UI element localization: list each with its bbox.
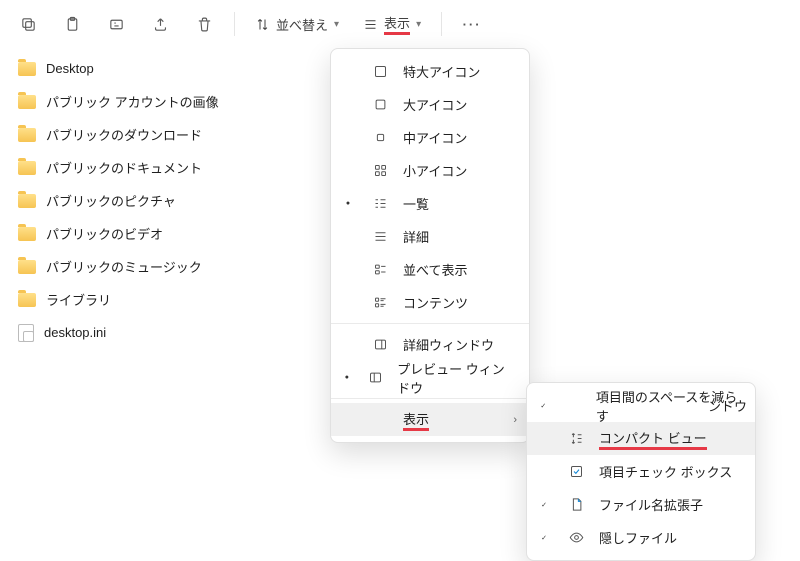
menu-label: 隠しファイル — [599, 528, 677, 547]
menu-item-hidden-files[interactable]: ✓ 隠しファイル — [527, 521, 755, 554]
chevron-down-icon: ▾ — [334, 19, 339, 30]
details-icon — [367, 229, 393, 244]
folder-icon — [18, 62, 36, 76]
menu-label: 特大アイコン — [403, 62, 480, 81]
small-icon — [367, 163, 393, 178]
partial-text: ンドウ — [708, 396, 747, 415]
menu-label: 詳細 — [403, 227, 429, 246]
menu-item-list[interactable]: ● 一覧 — [331, 187, 529, 220]
chevron-down-icon: ▾ — [416, 19, 421, 30]
menu-label: ファイル名拡張子 — [599, 495, 703, 514]
menu-separator — [331, 323, 529, 324]
selected-dot-icon: ● — [339, 374, 355, 381]
rename-button[interactable] — [96, 4, 136, 44]
file-name: パブリックのダウンロード — [46, 125, 202, 144]
preview-pane-icon — [365, 370, 388, 385]
menu-label: 表示 — [403, 409, 429, 431]
menu-label: 詳細ウィンドウ — [403, 335, 494, 354]
sort-button[interactable]: 並べ替え ▾ — [245, 4, 349, 44]
check-icon: ✓ — [535, 501, 553, 509]
menu-item-extra-large-icons[interactable]: 特大アイコン — [331, 55, 529, 88]
menu-label: 並べて表示 — [403, 260, 467, 279]
extra-large-icon — [367, 64, 393, 79]
menu-item-tiles[interactable]: 並べて表示 — [331, 253, 529, 286]
file-name: desktop.ini — [44, 325, 106, 340]
list-icon — [367, 196, 393, 211]
ini-file-icon — [18, 324, 34, 342]
file-name: パブリックのピクチャ — [46, 191, 176, 210]
menu-label: 大アイコン — [403, 95, 467, 114]
file-name: Desktop — [46, 61, 94, 76]
share-button[interactable] — [140, 4, 180, 44]
details-pane-icon — [367, 337, 393, 352]
menu-item-show[interactable]: 表示 › — [331, 403, 529, 436]
menu-item-preview-pane[interactable]: ● プレビュー ウィンドウ — [331, 361, 529, 394]
menu-item-content[interactable]: コンテンツ — [331, 286, 529, 319]
content-icon — [367, 295, 393, 310]
view-menu: 特大アイコン 大アイコン 中アイコン 小アイコン ● 一覧 詳細 並べて表示 コン… — [330, 48, 530, 443]
paste-button[interactable] — [52, 4, 92, 44]
file-name: パブリックのドキュメント — [46, 158, 202, 177]
chevron-right-icon: › — [513, 414, 517, 426]
file-name: ライブラリ — [46, 290, 111, 309]
folder-icon — [18, 161, 36, 175]
menu-item-compact-view[interactable]: コンパクト ビュー — [527, 422, 755, 455]
file-name: パブリックのビデオ — [46, 224, 163, 243]
folder-icon — [18, 227, 36, 241]
show-submenu: ✓項目間のスペースを減らすンドウ コンパクト ビュー 項目チェック ボックス ✓… — [526, 382, 756, 561]
file-name: パブリック アカウントの画像 — [46, 92, 219, 111]
eye-icon — [563, 530, 589, 545]
folder-icon — [18, 95, 36, 109]
menu-item-medium-icons[interactable]: 中アイコン — [331, 121, 529, 154]
toolbar-separator — [441, 12, 442, 36]
menu-label: 一覧 — [403, 194, 429, 213]
menu-item-checkboxes[interactable]: 項目チェック ボックス — [527, 455, 755, 488]
toolbar-separator — [234, 12, 235, 36]
menu-item-details-pane[interactable]: 詳細ウィンドウ — [331, 328, 529, 361]
menu-separator — [331, 398, 529, 399]
menu-item-extensions[interactable]: ✓ ファイル名拡張子 — [527, 488, 755, 521]
folder-icon — [18, 194, 36, 208]
view-button[interactable]: 表示 ▾ — [353, 4, 431, 44]
check-icon: ✓ — [535, 534, 553, 542]
medium-icon — [367, 130, 393, 145]
checkbox-icon — [563, 464, 589, 479]
menu-item-details[interactable]: 詳細 — [331, 220, 529, 253]
large-icon — [367, 97, 393, 112]
file-icon — [563, 497, 589, 512]
menu-label: コンパクト ビュー — [599, 428, 707, 450]
menu-label: 項目チェック ボックス — [599, 462, 732, 481]
folder-icon — [18, 293, 36, 307]
folder-icon — [18, 260, 36, 274]
folder-icon — [18, 128, 36, 142]
menu-label: コンテンツ — [403, 293, 468, 312]
menu-label: プレビュー ウィンドウ — [397, 359, 513, 397]
check-icon: ✓ — [535, 402, 552, 410]
copy-button[interactable] — [8, 4, 48, 44]
menu-item-large-icons[interactable]: 大アイコン — [331, 88, 529, 121]
file-name: パブリックのミュージック — [46, 257, 202, 276]
menu-label: 中アイコン — [403, 128, 467, 147]
tiles-icon — [367, 262, 393, 277]
selected-dot-icon: ● — [339, 200, 357, 207]
delete-button[interactable] — [184, 4, 224, 44]
sort-label: 並べ替え — [276, 15, 328, 34]
view-label: 表示 — [384, 13, 410, 35]
more-button[interactable]: ··· — [452, 4, 492, 44]
menu-item-small-icons[interactable]: 小アイコン — [331, 154, 529, 187]
menu-label: 小アイコン — [403, 161, 467, 180]
menu-item-item-spacing[interactable]: ✓項目間のスペースを減らすンドウ — [527, 389, 755, 422]
compact-view-icon — [563, 431, 589, 446]
